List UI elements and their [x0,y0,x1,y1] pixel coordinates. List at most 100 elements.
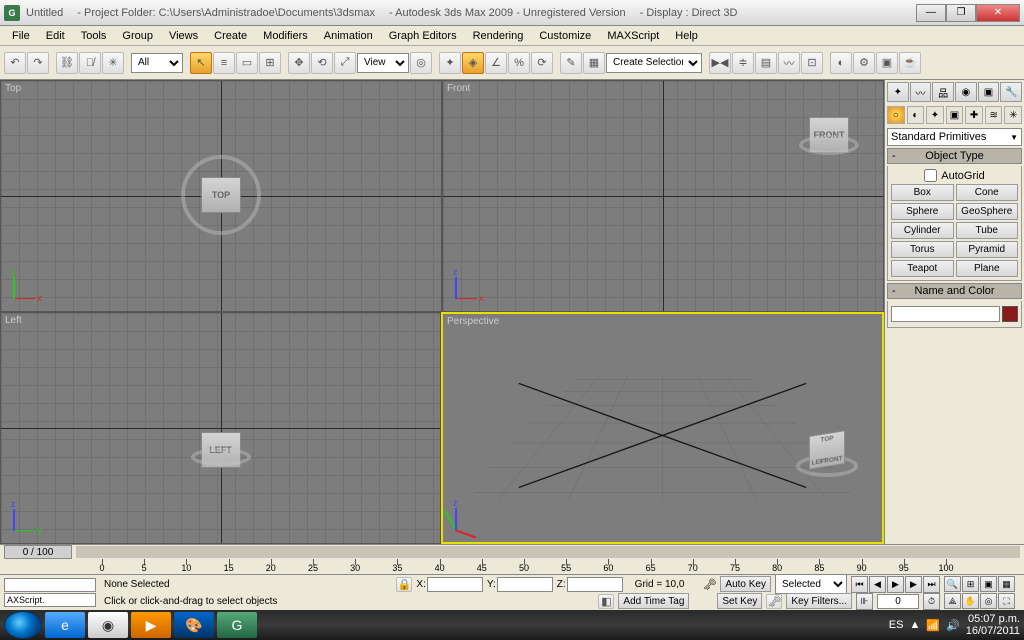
obj-cone-button[interactable]: Cone [956,184,1019,201]
cat-systems-button[interactable]: ✳ [1004,106,1022,124]
task-wmp[interactable]: ▶ [131,612,171,638]
viewcube-persp[interactable]: TOP LEFT FRONT [782,405,872,495]
cmd-tab-motion[interactable]: ◉ [955,82,977,102]
menu-edit[interactable]: Edit [38,28,73,44]
undo-button[interactable]: ↶ [4,52,26,74]
prev-frame-button[interactable]: ◀ [869,576,886,593]
cmd-tab-hierarchy[interactable]: 品 [932,82,954,102]
menu-group[interactable]: Group [114,28,161,44]
schematic-view-button[interactable]: ⊡ [801,52,823,74]
menu-tools[interactable]: Tools [73,28,115,44]
autogrid-checkbox[interactable] [924,169,937,182]
obj-geosphere-button[interactable]: GeoSphere [956,203,1019,220]
spinner-snap-button[interactable]: ⟳ [531,52,553,74]
task-chrome[interactable]: ◉ [88,612,128,638]
select-manipulate-button[interactable]: ✦ [439,52,461,74]
menu-animation[interactable]: Animation [316,28,381,44]
select-object-button[interactable]: ↖ [190,52,212,74]
percent-snap-button[interactable]: % [508,52,530,74]
keyfilters-button[interactable]: Key Filters... [786,593,852,609]
viewport-perspective[interactable]: Perspective [441,312,884,544]
viewport-top[interactable]: Top TOP xy [0,80,442,312]
obj-torus-button[interactable]: Torus [891,241,954,258]
maximize-vp-button[interactable]: ⛶ [998,593,1015,609]
y-coord-input[interactable] [497,577,553,592]
menu-views[interactable]: Views [161,28,206,44]
object-color-swatch[interactable] [1002,306,1018,322]
current-frame-input[interactable] [877,594,919,609]
subcategory-select[interactable]: Standard Primitives▼ [887,128,1022,146]
close-button[interactable]: ✕ [976,4,1020,22]
edit-named-sel-button[interactable]: ✎ [560,52,582,74]
frame-indicator[interactable]: 0 / 100 [4,545,72,559]
task-3dsmax[interactable]: G [217,612,257,638]
pivot-center-button[interactable]: ◎ [410,52,432,74]
cmd-tab-create[interactable]: ✦ [887,82,909,102]
cat-cameras-button[interactable]: ▣ [946,106,964,124]
fov-button[interactable]: ⟁ [944,593,961,609]
unlink-button[interactable]: ⛓̸ [79,52,101,74]
viewcube-front[interactable]: FRONT [789,95,869,175]
menu-rendering[interactable]: Rendering [465,28,532,44]
select-region-button[interactable]: ▭ [236,52,258,74]
viewport-left[interactable]: Left LEFT yz [0,312,441,544]
timetag-toggle[interactable]: ◧ [598,594,614,609]
next-frame-button[interactable]: ▶ [905,576,922,593]
object-type-rollout[interactable]: -Object Type [887,148,1022,164]
time-ruler[interactable]: 0510152025303540455055606570758085909510… [102,559,946,574]
ref-coord-select[interactable]: View [357,53,409,73]
render-setup-button[interactable]: ⚙ [853,52,875,74]
zoom-extents-all-button[interactable]: ▦ [998,576,1015,592]
menu-modifiers[interactable]: Modifiers [255,28,316,44]
time-config-button[interactable]: ⏱ [923,593,940,610]
menu-create[interactable]: Create [206,28,255,44]
rendered-frame-button[interactable]: ▣ [876,52,898,74]
obj-tube-button[interactable]: Tube [956,222,1019,239]
goto-start-button[interactable]: ⏮ [851,576,868,593]
menu-help[interactable]: Help [667,28,706,44]
obj-sphere-button[interactable]: Sphere [891,203,954,220]
obj-plane-button[interactable]: Plane [956,260,1019,277]
menu-file[interactable]: File [4,28,38,44]
named-sel-sets-button[interactable]: ▦ [583,52,605,74]
align-button[interactable]: ≑ [732,52,754,74]
time-slider[interactable] [76,546,1020,558]
cat-geometry-button[interactable]: ○ [887,106,905,124]
keystep-toggle[interactable]: ⊪ [856,593,873,610]
goto-end-button[interactable]: ⏭ [923,576,940,593]
obj-cylinder-button[interactable]: Cylinder [891,222,954,239]
name-color-rollout[interactable]: -Name and Color [887,283,1022,299]
cat-helpers-button[interactable]: ✚ [965,106,983,124]
mirror-button[interactable]: ▶◀ [709,52,731,74]
pan-button[interactable]: ✋ [962,593,979,609]
render-prod-button[interactable]: ☕ [899,52,921,74]
layers-button[interactable]: ▤ [755,52,777,74]
start-button[interactable] [4,611,42,639]
select-scale-button[interactable]: ⤢ [334,52,356,74]
cmd-tab-utilities[interactable]: 🔧 [1000,82,1022,102]
key-mode-icon[interactable]: 🗝 [766,594,782,609]
system-tray[interactable]: ES ▲ 📶 🔊 05:07 p.m.16/07/2011 [889,613,1020,637]
snap-toggle-button[interactable]: ◈ [462,52,484,74]
cat-lights-button[interactable]: ✦ [926,106,944,124]
obj-box-button[interactable]: Box [891,184,954,201]
tray-lang[interactable]: ES [889,619,904,631]
minimize-button[interactable]: — [916,4,946,22]
orbit-button[interactable]: ◎ [980,593,997,609]
maximize-button[interactable]: ❐ [946,4,976,22]
maxscript-listener[interactable]: AXScript. [4,593,96,607]
keymode-select[interactable]: Selected [775,574,847,594]
sel-lock-button[interactable]: 🔒 [396,577,412,592]
named-sel-select[interactable]: Create Selection Set [606,53,702,73]
cmd-tab-modify[interactable]: 〰 [910,82,932,102]
selection-filter-select[interactable]: All [131,53,183,73]
link-button[interactable]: ⛓ [56,52,78,74]
viewcube-left[interactable]: LEFT [181,410,261,490]
curve-editor-button[interactable]: 〰 [778,52,800,74]
select-move-button[interactable]: ✥ [288,52,310,74]
material-editor-button[interactable]: ◐ [830,52,852,74]
menu-grapheditors[interactable]: Graph Editors [381,28,465,44]
redo-button[interactable]: ↷ [27,52,49,74]
zoom-button[interactable]: 🔍 [944,576,961,592]
object-name-input[interactable] [891,306,1000,322]
